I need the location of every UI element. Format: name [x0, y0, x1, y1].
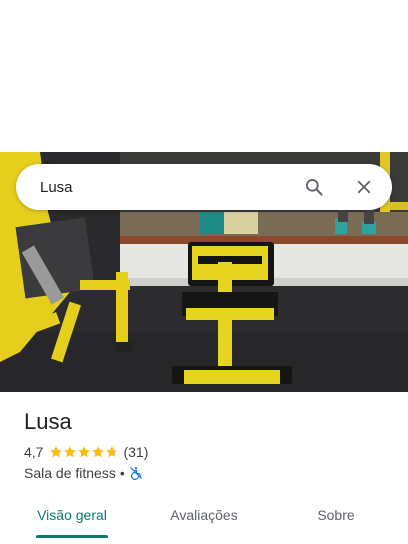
rating-row[interactable]: 4,7 (31) — [24, 444, 148, 460]
tab-bar: Visão geral Avaliações Sobre — [0, 497, 408, 537]
star-icon — [78, 446, 91, 458]
star-icon — [64, 446, 77, 458]
separator: • — [119, 465, 125, 481]
star-icon — [106, 446, 119, 458]
tab-about[interactable]: Sobre — [306, 497, 366, 533]
search-icon[interactable] — [302, 175, 326, 199]
accessibility-icon[interactable] — [129, 466, 143, 481]
place-title: Lusa — [24, 409, 72, 434]
search-bar[interactable]: Lusa — [16, 164, 392, 210]
place-category: Sala de fitness — [24, 465, 116, 481]
review-count[interactable]: (31) — [123, 444, 148, 460]
active-tab-indicator — [36, 535, 108, 538]
close-icon[interactable] — [352, 175, 376, 199]
search-input[interactable]: Lusa — [40, 179, 302, 196]
rating-value: 4,7 — [24, 444, 44, 460]
category-row: Sala de fitness • — [24, 465, 143, 481]
star-icon — [50, 446, 63, 458]
rating-stars — [49, 445, 119, 459]
tab-overview[interactable]: Visão geral — [24, 497, 120, 533]
tab-reviews[interactable]: Avaliações — [154, 497, 254, 533]
star-icon — [92, 446, 105, 458]
